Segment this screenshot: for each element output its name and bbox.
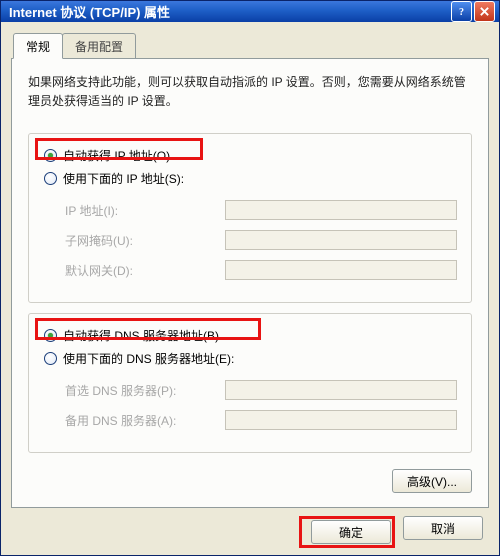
- dns-preferred-label: 首选 DNS 服务器(P):: [65, 382, 225, 399]
- description-text: 如果网络支持此功能，则可以获取自动指派的 IP 设置。否则，您需要从网络系统管理…: [28, 73, 472, 111]
- dns-preferred-input: [225, 380, 457, 400]
- ok-button-label: 确定: [339, 524, 363, 541]
- dialog-window: Internet 协议 (TCP/IP) 属性 ? 常规 备用配置 如果网络支持…: [0, 0, 500, 556]
- radio-icon: [44, 149, 57, 162]
- dns-fields: 首选 DNS 服务器(P): 备用 DNS 服务器(A):: [65, 380, 457, 430]
- close-button[interactable]: [474, 1, 495, 22]
- radio-dns-manual[interactable]: 使用下面的 DNS 服务器地址(E):: [43, 347, 457, 370]
- cancel-button-label: 取消: [431, 520, 455, 537]
- highlight-ok: 确定: [299, 516, 395, 548]
- radio-ip-auto-label: 自动获得 IP 地址(O): [63, 147, 170, 164]
- ip-group: 自动获得 IP 地址(O) 使用下面的 IP 地址(S): IP 地址(I): …: [28, 133, 472, 303]
- radio-ip-auto[interactable]: 自动获得 IP 地址(O): [43, 144, 457, 167]
- tab-general[interactable]: 常规: [13, 33, 63, 59]
- advanced-button-label: 高级(V)...: [407, 473, 457, 490]
- field-dns-alternate: 备用 DNS 服务器(A):: [65, 410, 457, 430]
- dns-alternate-label: 备用 DNS 服务器(A):: [65, 412, 225, 429]
- help-button[interactable]: ?: [451, 1, 472, 22]
- field-dns-preferred: 首选 DNS 服务器(P):: [65, 380, 457, 400]
- dns-alternate-input: [225, 410, 457, 430]
- svg-text:?: ?: [459, 7, 464, 17]
- radio-icon: [44, 172, 57, 185]
- radio-ip-manual[interactable]: 使用下面的 IP 地址(S):: [43, 167, 457, 190]
- dialog-footer: 确定 取消: [11, 508, 489, 548]
- titlebar: Internet 协议 (TCP/IP) 属性 ?: [1, 1, 499, 22]
- gateway-label: 默认网关(D):: [65, 262, 225, 279]
- close-icon: [479, 6, 490, 17]
- ok-button[interactable]: 确定: [311, 520, 391, 544]
- radio-dns-auto[interactable]: 自动获得 DNS 服务器地址(B): [43, 324, 457, 347]
- tab-alternate-label: 备用配置: [75, 40, 123, 54]
- subnet-mask-input: [225, 230, 457, 250]
- ip-address-input: [225, 200, 457, 220]
- cancel-button[interactable]: 取消: [403, 516, 483, 540]
- ip-fields: IP 地址(I): 子网掩码(U): 默认网关(D):: [65, 200, 457, 280]
- advanced-button[interactable]: 高级(V)...: [392, 469, 472, 493]
- client-area: 常规 备用配置 如果网络支持此功能，则可以获取自动指派的 IP 设置。否则，您需…: [1, 22, 499, 560]
- tab-panel: 如果网络支持此功能，则可以获取自动指派的 IP 设置。否则，您需要从网络系统管理…: [11, 58, 489, 508]
- subnet-mask-label: 子网掩码(U):: [65, 232, 225, 249]
- ip-address-label: IP 地址(I):: [65, 202, 225, 219]
- radio-icon: [44, 352, 57, 365]
- question-icon: ?: [456, 6, 467, 17]
- tabstrip: 常规 备用配置: [13, 32, 489, 58]
- gateway-input: [225, 260, 457, 280]
- radio-dns-auto-label: 自动获得 DNS 服务器地址(B): [63, 327, 219, 344]
- tab-alternate[interactable]: 备用配置: [62, 33, 136, 59]
- field-gateway: 默认网关(D):: [65, 260, 457, 280]
- window-title: Internet 协议 (TCP/IP) 属性: [9, 2, 449, 21]
- tab-general-label: 常规: [26, 40, 50, 54]
- dns-group: 自动获得 DNS 服务器地址(B) 使用下面的 DNS 服务器地址(E): 首选…: [28, 313, 472, 453]
- field-ip-address: IP 地址(I):: [65, 200, 457, 220]
- radio-icon: [44, 329, 57, 342]
- radio-dns-manual-label: 使用下面的 DNS 服务器地址(E):: [63, 350, 234, 367]
- radio-ip-manual-label: 使用下面的 IP 地址(S):: [63, 170, 184, 187]
- field-subnet-mask: 子网掩码(U):: [65, 230, 457, 250]
- advanced-row: 高级(V)...: [28, 469, 472, 493]
